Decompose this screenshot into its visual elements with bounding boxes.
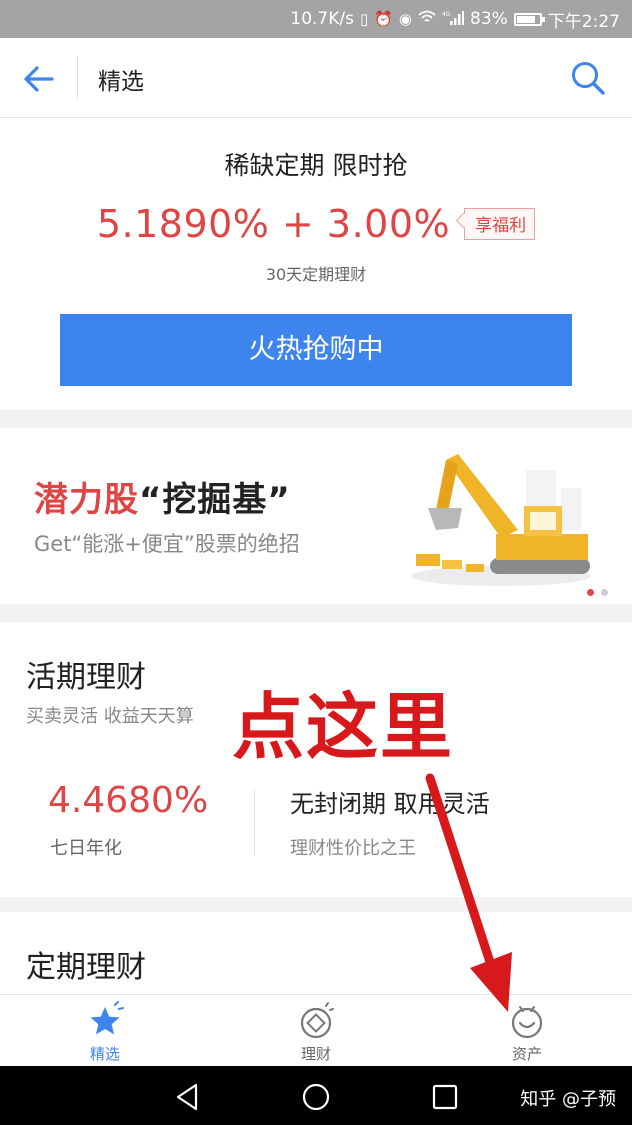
current-savings-subtitle: 买卖灵活 收益天天算: [26, 706, 194, 727]
arrow-left-icon[interactable]: [22, 62, 56, 96]
nav-back-icon[interactable]: [170, 1080, 204, 1114]
section-divider: [254, 790, 255, 856]
current-feature: 无封闭期 取用灵活: [290, 790, 490, 818]
banner-title-highlight: 潜力股: [34, 480, 139, 520]
tab-featured[interactable]: 精选: [55, 1001, 155, 1064]
carousel-dot: [601, 589, 608, 596]
header-divider: [77, 56, 78, 98]
promo-banner[interactable]: 潜力股“挖掘基” Get“能涨+便宜”股票的绝招: [0, 428, 632, 604]
eye-icon: ◉: [398, 10, 413, 28]
system-navigation-bar: 知乎 @子预: [0, 1066, 632, 1125]
excavator-icon: [411, 454, 591, 586]
clock: 下午2:27: [547, 11, 620, 32]
promo-rate-row: 5.1890% + 3.00% 享福利: [0, 202, 632, 246]
benefit-tag: 享福利: [464, 208, 536, 240]
promo-rate: 5.1890% + 3.00%: [96, 202, 451, 246]
network-speed: 10.7K/s: [290, 9, 354, 29]
promo-title: 稀缺定期 限时抢: [224, 151, 408, 180]
banner-subtitle: Get“能涨+便宜”股票的绝招: [34, 532, 300, 556]
current-rate: 4.4680%: [48, 780, 209, 821]
battery-level: [516, 15, 536, 23]
status-bar: 10.7K/s ▯ ⏰ ◉ 4G 83% 下午2:27: [0, 0, 632, 38]
tab-label: 理财: [300, 1045, 331, 1063]
current-feature-subtitle: 理财性价比之王: [290, 838, 416, 859]
fixed-savings-section[interactable]: 定期理财: [0, 912, 632, 994]
assets-icon: [511, 1006, 543, 1039]
promo-subtitle: 30天定期理财: [265, 265, 367, 284]
watermark-text: 知乎 @子预: [520, 1089, 616, 1110]
buy-button[interactable]: 火热抢购中: [60, 314, 572, 386]
finance-icon: [300, 1002, 334, 1039]
app-header: 精选: [0, 38, 632, 118]
search-icon[interactable]: [570, 60, 606, 96]
banner-title-main: “挖掘基”: [139, 480, 291, 520]
bottom-tab-bar: 精选 理财 资产: [0, 994, 632, 1066]
battery-percent: 83%: [470, 9, 508, 29]
cellular-signal-icon: 4G: [442, 10, 465, 29]
carousel-indicator: [587, 589, 608, 596]
app-screen: 10.7K/s ▯ ⏰ ◉ 4G 83% 下午2:27 精选 稀缺定期 限时抢 …: [0, 0, 632, 1125]
vibrate-icon: ▯: [359, 10, 369, 28]
tab-label: 资产: [511, 1045, 542, 1063]
carousel-dot-active: [587, 589, 594, 596]
tab-label: 精选: [89, 1045, 120, 1063]
nav-home-icon[interactable]: [299, 1080, 333, 1114]
tab-finance[interactable]: 理财: [266, 1001, 366, 1064]
current-rate-label: 七日年化: [50, 838, 122, 859]
battery-icon: [513, 12, 545, 26]
alarm-icon: ⏰: [374, 10, 393, 28]
wifi-icon: [418, 10, 436, 28]
fixed-savings-title: 定期理财: [26, 950, 146, 985]
promo-card[interactable]: 稀缺定期 限时抢 5.1890% + 3.00% 享福利 30天定期理财 火热抢…: [0, 118, 632, 410]
banner-title: 潜力股“挖掘基”: [34, 472, 291, 521]
nav-recents-icon[interactable]: [428, 1080, 462, 1114]
signal-label: 4G: [442, 11, 451, 18]
tab-assets[interactable]: 资产: [477, 1001, 577, 1064]
page-title: 精选: [98, 69, 144, 95]
annotation-text: 点这里: [232, 685, 455, 769]
current-savings-title: 活期理财: [26, 660, 146, 695]
star-icon: [90, 1001, 124, 1035]
